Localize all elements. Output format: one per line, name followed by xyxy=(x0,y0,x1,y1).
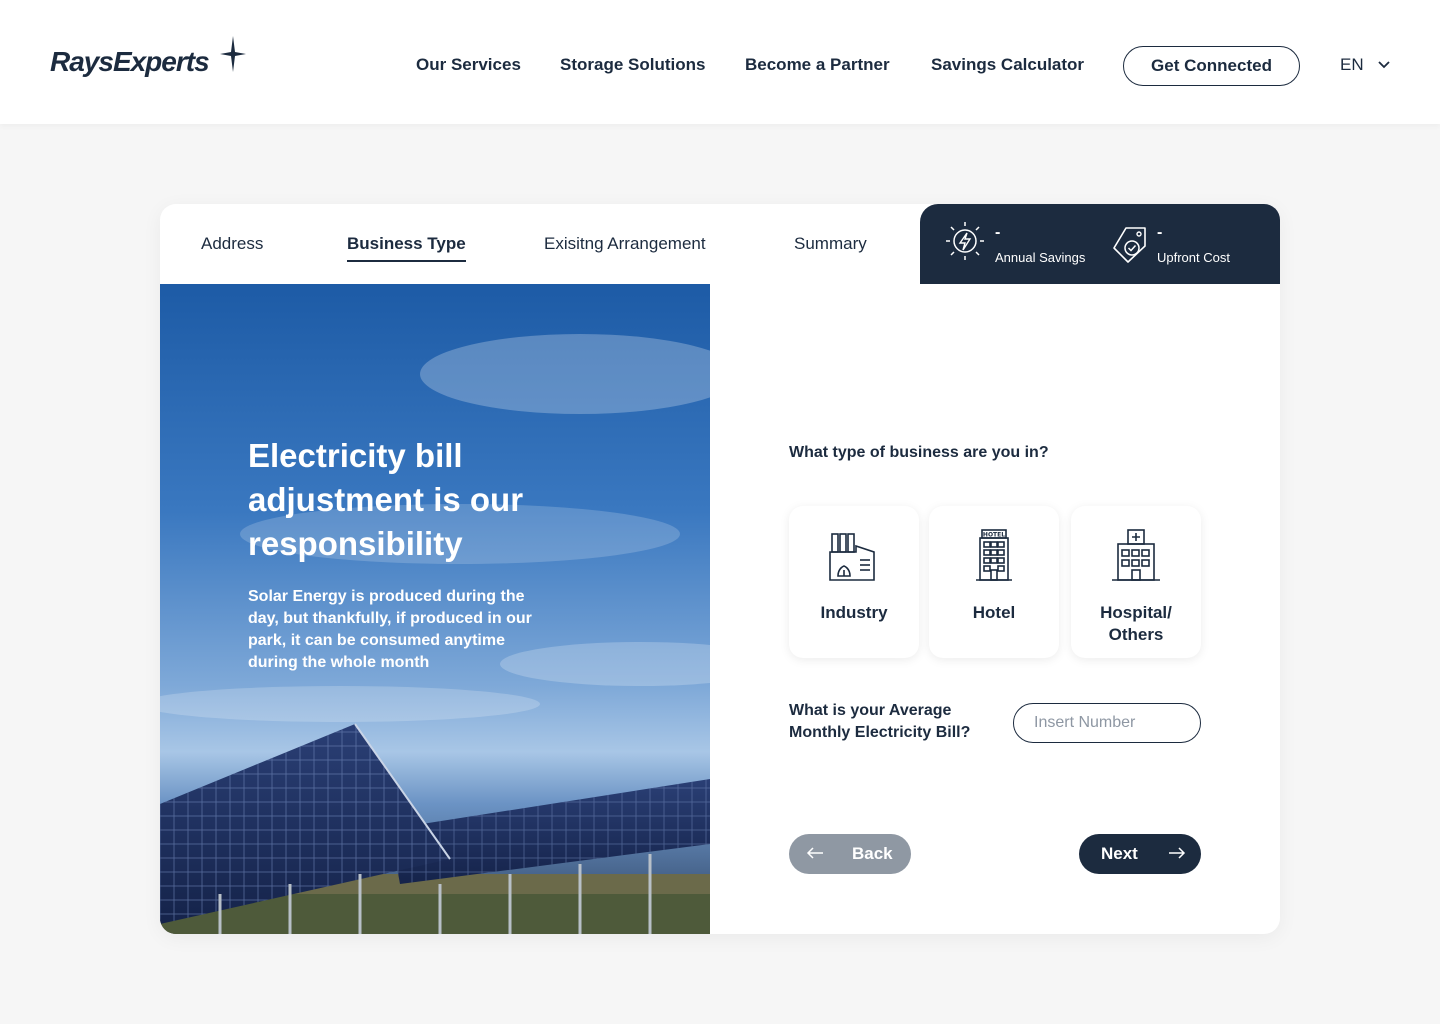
tab-summary[interactable]: Summary xyxy=(794,234,867,254)
monthly-bill-question: What is your Average Monthly Electricity… xyxy=(789,702,971,741)
nav-become-a-partner[interactable]: Become a Partner xyxy=(745,55,890,75)
arrow-right-icon xyxy=(1169,847,1186,859)
get-connected-button[interactable]: Get Connected xyxy=(1123,46,1300,86)
back-button[interactable]: Back xyxy=(789,834,911,874)
business-option-label: Hospital/ Others xyxy=(1100,603,1172,644)
tab-business-type[interactable]: Business Type xyxy=(347,234,466,262)
annual-savings-value: - xyxy=(995,224,1001,241)
arrow-left-icon xyxy=(806,847,823,859)
site-header: RaysExperts Our Services Storage Solutio… xyxy=(0,0,1440,124)
next-button[interactable]: Next xyxy=(1079,834,1201,874)
hero-title: Electricity bill adjustment is our respo… xyxy=(248,437,524,562)
business-option-label: Hotel xyxy=(972,603,1016,622)
hospital-icon xyxy=(1112,529,1160,581)
logo[interactable]: RaysExperts xyxy=(50,36,250,86)
calculator-card: Address Business Type Exisitng Arrangeme… xyxy=(160,204,1280,934)
business-option-industry[interactable]: Industry xyxy=(789,506,919,658)
chevron-down-icon xyxy=(1377,61,1390,69)
annual-savings-label: Annual Savings xyxy=(995,250,1086,265)
tab-existing-arrangement[interactable]: Exisitng Arrangement xyxy=(544,234,706,254)
upfront-cost-value: - xyxy=(1157,224,1163,241)
language-label: EN xyxy=(1340,55,1364,74)
lightning-sun-icon xyxy=(946,222,984,260)
tab-address[interactable]: Address xyxy=(201,234,263,254)
business-option-hotel[interactable]: HOTEL Hotel xyxy=(929,506,1059,658)
logo-text: RaysExperts xyxy=(50,46,210,77)
upfront-cost-label: Upfront Cost xyxy=(1157,250,1230,265)
business-option-hospital[interactable]: Hospital/ Others xyxy=(1071,506,1201,658)
nav-our-services[interactable]: Our Services xyxy=(416,55,521,75)
factory-icon xyxy=(829,533,875,581)
hotel-icon: HOTEL xyxy=(976,529,1012,581)
price-tag-icon xyxy=(1113,227,1146,263)
hero-subtitle: Solar Energy is produced during the day,… xyxy=(248,588,532,671)
back-label: Back xyxy=(852,844,893,863)
nav-savings-calculator[interactable]: Savings Calculator xyxy=(931,55,1084,75)
solar-park-image: Electricity bill adjustment is our respo… xyxy=(160,284,710,934)
language-selector[interactable]: EN xyxy=(1340,55,1390,75)
nav-storage-solutions[interactable]: Storage Solutions xyxy=(560,55,705,75)
next-label: Next xyxy=(1101,844,1138,863)
monthly-bill-input[interactable] xyxy=(1013,703,1201,743)
business-option-label: Industry xyxy=(820,603,888,622)
business-type-question: What type of business are you in? xyxy=(789,444,1049,461)
sparkle-icon xyxy=(220,36,246,72)
stats-panel: - Annual Savings - Upfront Cost xyxy=(920,204,1280,284)
